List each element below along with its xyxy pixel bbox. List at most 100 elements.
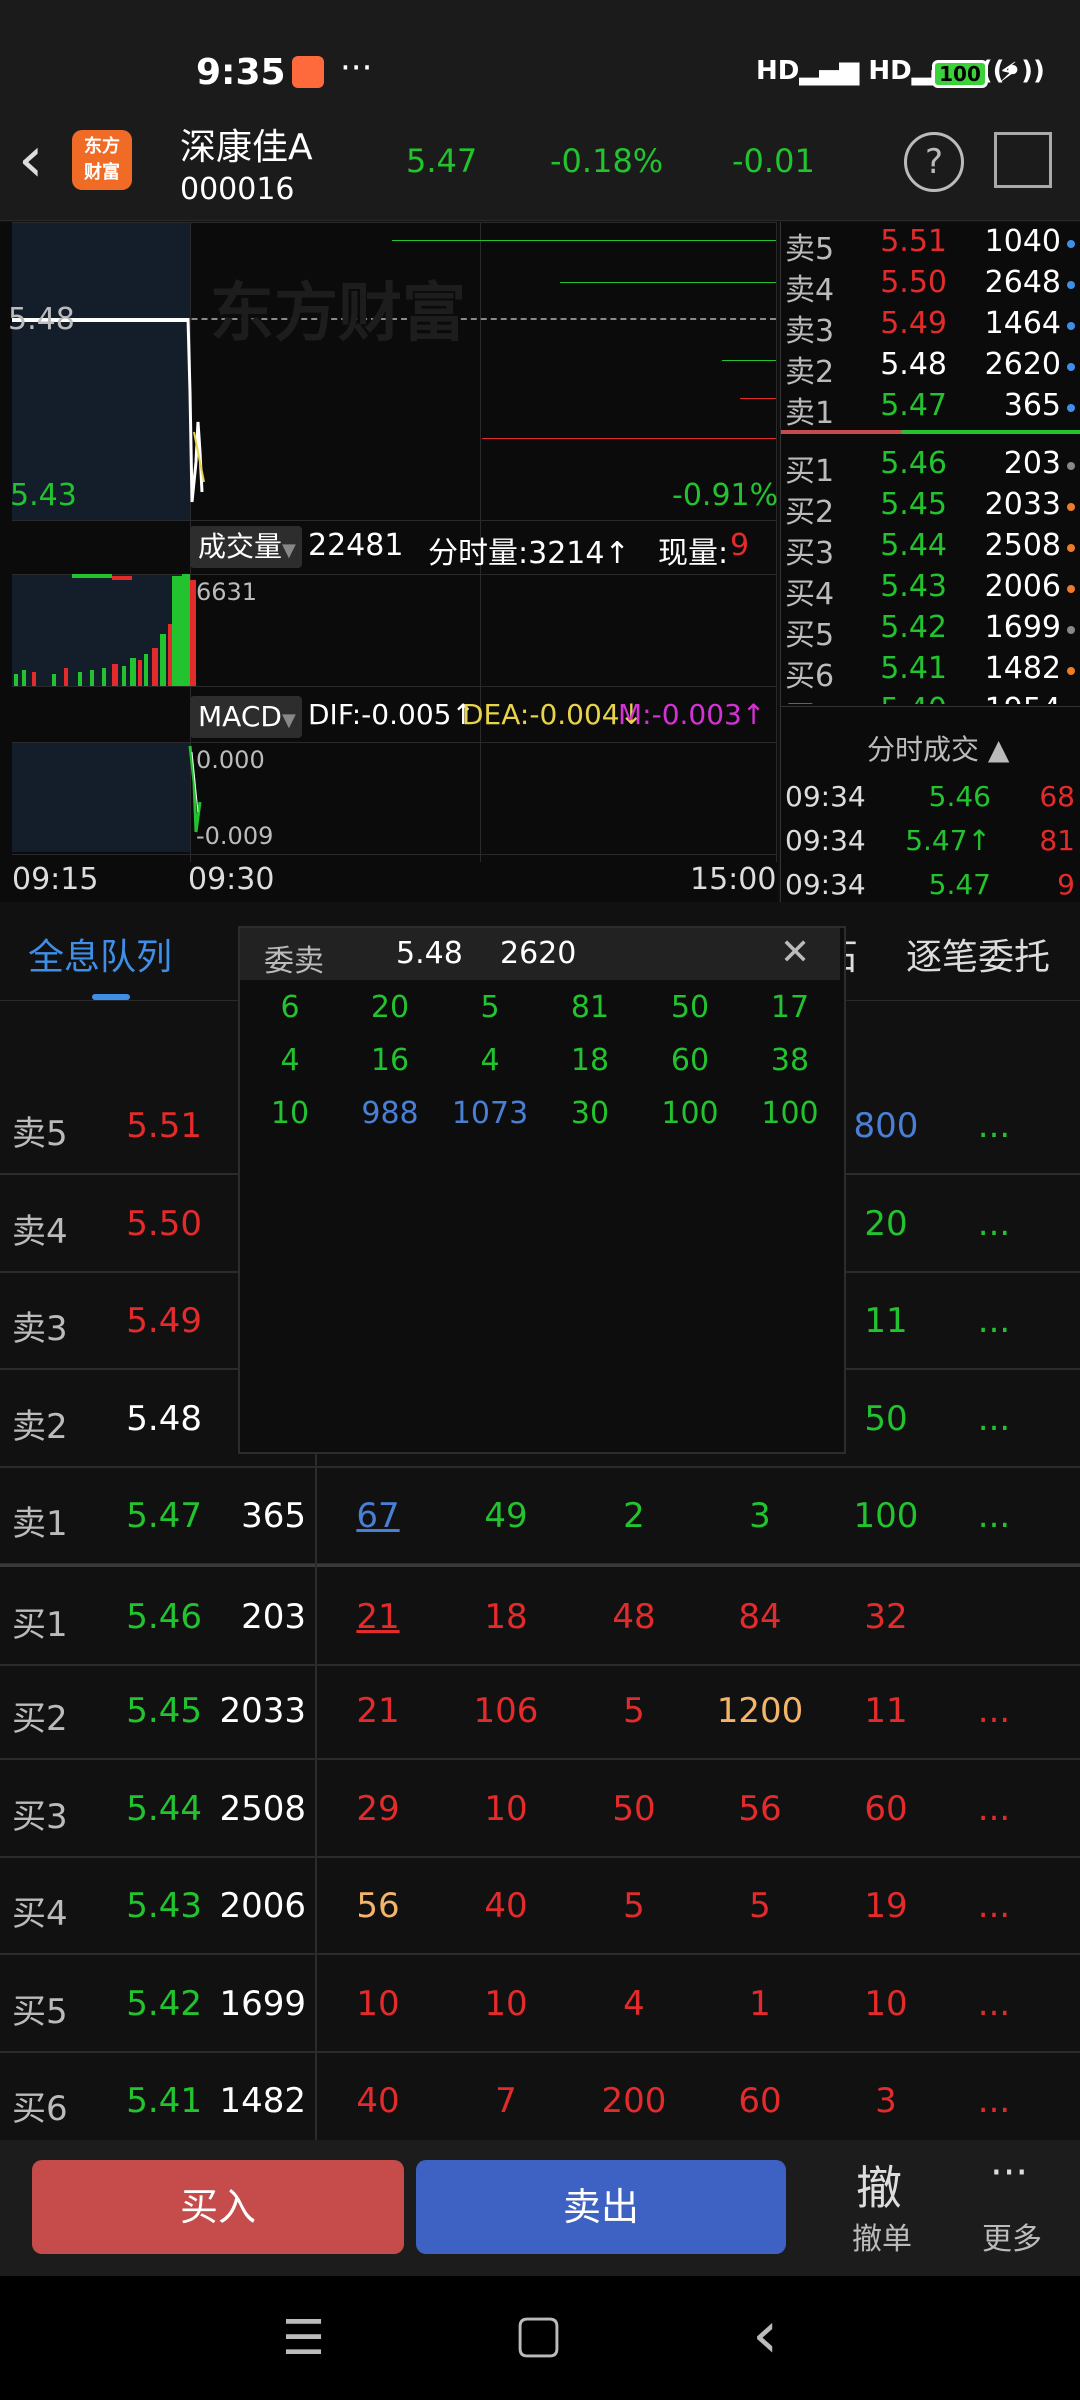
queue-order-cell[interactable]: 10 bbox=[836, 1984, 936, 2024]
tab-order-by-order[interactable]: 逐笔委托 bbox=[906, 928, 1050, 980]
queue-order-cell[interactable]: 56 bbox=[710, 1789, 810, 1829]
queue-order-cell[interactable]: 19 bbox=[836, 1886, 936, 1926]
bid-row[interactable]: 买3 5.44 2508 bbox=[781, 528, 1080, 571]
macd-indicator-select[interactable]: MACD▼ bbox=[190, 696, 302, 738]
queue-order-cell[interactable]: 5 bbox=[584, 1886, 684, 1926]
ask-row[interactable]: 卖1 5.47 365 bbox=[781, 388, 1080, 431]
queue-order-cell[interactable]: 20 bbox=[836, 1204, 936, 1244]
help-icon[interactable]: ? bbox=[904, 132, 964, 192]
more-orders-icon[interactable]: ... bbox=[964, 1789, 1024, 1829]
back-arrow-icon[interactable]: ‹ bbox=[18, 128, 44, 192]
queue-row[interactable]: 买1 5.46 203 21 18 48 84 32 bbox=[0, 1563, 1080, 1666]
queue-order-cell[interactable]: 800 bbox=[836, 1106, 936, 1146]
queue-order-cell[interactable]: 100 bbox=[836, 1496, 936, 1536]
popup-order-cell: 988 bbox=[361, 1096, 419, 1131]
queue-order-cell[interactable]: 2 bbox=[584, 1496, 684, 1536]
intraday-chart[interactable]: 东方财富 5.48 5.43 -0.91% 成交量▼ 22481 分时量:321… bbox=[0, 222, 778, 902]
more-orders-icon[interactable]: ... bbox=[964, 1399, 1024, 1439]
queue-order-cell[interactable]: 84 bbox=[710, 1597, 810, 1637]
macd-axis-bottom: -0.009 bbox=[196, 822, 274, 850]
switch-view-icon[interactable] bbox=[994, 132, 1052, 188]
bid-price: 5.45 bbox=[880, 487, 947, 522]
queue-row[interactable]: 买3 5.44 2508 29 10 50 56 60... bbox=[0, 1759, 1080, 1858]
queue-order-cell[interactable]: 10 bbox=[456, 1789, 556, 1829]
queue-order-cell[interactable]: 10 bbox=[456, 1984, 556, 2024]
queue-order-cell[interactable]: 3 bbox=[710, 1496, 810, 1536]
queue-order-cell[interactable]: 11 bbox=[836, 1301, 936, 1341]
volume-indicator-select[interactable]: 成交量▼ bbox=[190, 526, 302, 568]
queue-price: 5.41 bbox=[126, 2081, 202, 2121]
queue-row[interactable]: 买5 5.42 1699 10 10 4 1 10... bbox=[0, 1954, 1080, 2053]
bid-row[interactable]: 买6 5.41 1482 bbox=[781, 651, 1080, 694]
queue-order-cell[interactable]: 50 bbox=[836, 1399, 936, 1439]
queue-order-cell[interactable]: 1 bbox=[710, 1984, 810, 2024]
queue-row[interactable]: 卖1 5.47 365 67 49 2 3 100... bbox=[0, 1466, 1080, 1565]
queue-order-cell[interactable]: 56 bbox=[328, 1886, 428, 1926]
now-volume-value: 9 bbox=[730, 528, 750, 563]
queue-order-cell[interactable]: 32 bbox=[836, 1597, 936, 1637]
more-orders-icon[interactable]: ... bbox=[964, 1106, 1024, 1146]
queue-order-cell[interactable]: 29 bbox=[328, 1789, 428, 1829]
ask-label: 卖1 bbox=[785, 396, 835, 431]
queue-order-cell[interactable]: 49 bbox=[456, 1496, 556, 1536]
queue-order-cell[interactable]: 21 bbox=[328, 1597, 428, 1637]
queue-order-cell[interactable]: 4 bbox=[584, 1984, 684, 2024]
queue-order-cell[interactable]: 67 bbox=[328, 1496, 428, 1536]
ask-row[interactable]: 卖2 5.48 2620 bbox=[781, 347, 1080, 390]
queue-order-cell[interactable]: 10 bbox=[328, 1984, 428, 2024]
queue-order-cell[interactable]: 5 bbox=[710, 1886, 810, 1926]
bid-price: 5.41 bbox=[880, 651, 947, 686]
more-orders-icon[interactable]: ... bbox=[964, 2081, 1024, 2121]
more-orders-icon[interactable]: ... bbox=[964, 1301, 1024, 1341]
ask-row[interactable]: 卖5 5.51 1040 bbox=[781, 224, 1080, 267]
ask-price: 5.51 bbox=[880, 224, 947, 259]
more-label[interactable]: 更多 bbox=[982, 2214, 1042, 2258]
close-icon[interactable]: ✕ bbox=[780, 932, 810, 973]
queue-label: 卖2 bbox=[12, 1406, 68, 1447]
tab-full-queue[interactable]: 全息队列 bbox=[28, 928, 172, 980]
queue-order-cell[interactable]: 50 bbox=[584, 1789, 684, 1829]
queue-order-cell[interactable]: 7 bbox=[456, 2081, 556, 2121]
more-orders-icon[interactable]: ... bbox=[964, 1496, 1024, 1536]
ask-label: 卖4 bbox=[785, 273, 835, 308]
queue-order-cell[interactable]: 18 bbox=[456, 1597, 556, 1637]
bid-row[interactable]: 买7 5.401954 bbox=[781, 692, 1080, 704]
ask-row[interactable]: 卖4 5.50 2648 bbox=[781, 265, 1080, 308]
bid-row[interactable]: 买5 5.42 1699 bbox=[781, 610, 1080, 653]
cancel-order-icon[interactable]: 撤 bbox=[856, 2152, 902, 2218]
order-book-panel[interactable]: 卖5 5.51 1040 卖4 5.50 2648 卖3 5.49 1464 卖2 5.48 2620… bbox=[780, 222, 1080, 902]
more-icon[interactable]: ··· bbox=[990, 2150, 1028, 2196]
queue-order-cell[interactable]: 40 bbox=[456, 1886, 556, 1926]
more-orders-icon[interactable]: ... bbox=[964, 1691, 1024, 1731]
more-orders-icon[interactable]: ... bbox=[964, 1886, 1024, 1926]
queue-order-cell[interactable]: 60 bbox=[710, 2081, 810, 2121]
menu-icon[interactable]: ☰ bbox=[282, 2310, 325, 2366]
back-icon[interactable]: ‹ bbox=[752, 2296, 778, 2373]
queue-label: 买4 bbox=[12, 1894, 68, 1934]
queue-order-cell[interactable]: 200 bbox=[584, 2081, 684, 2121]
battery-icon: 100 bbox=[932, 60, 988, 88]
queue-order-cell[interactable]: 106 bbox=[456, 1691, 556, 1731]
queue-order-cell[interactable]: 60 bbox=[836, 1789, 936, 1829]
queue-order-cell[interactable]: 48 bbox=[584, 1597, 684, 1637]
queue-row[interactable]: 买2 5.45 2033 21 106 5 1200 11... bbox=[0, 1661, 1080, 1760]
queue-order-cell[interactable]: 11 bbox=[836, 1691, 936, 1731]
buy-button[interactable]: 买入 bbox=[32, 2160, 404, 2254]
bid-row[interactable]: 买1 5.46 203 bbox=[781, 446, 1080, 489]
queue-order-cell[interactable]: 5 bbox=[584, 1691, 684, 1731]
more-orders-icon[interactable]: ... bbox=[964, 1204, 1024, 1244]
queue-row[interactable]: 买4 5.43 2006 56 40 5 5 19... bbox=[0, 1856, 1080, 1955]
queue-order-cell[interactable]: 1200 bbox=[710, 1691, 810, 1731]
queue-order-cell[interactable]: 40 bbox=[328, 2081, 428, 2121]
sell-button[interactable]: 卖出 bbox=[416, 2160, 786, 2254]
more-orders-icon[interactable]: ... bbox=[964, 1984, 1024, 2024]
bid-row[interactable]: 买2 5.45 2033 bbox=[781, 487, 1080, 530]
trades-title[interactable]: 分时成交 ▲ bbox=[867, 728, 1009, 768]
cancel-order-label[interactable]: 撤单 bbox=[852, 2214, 912, 2258]
queue-row[interactable]: 买6 5.41 1482 40 7 200 60 3... bbox=[0, 2051, 1080, 2150]
queue-order-cell[interactable]: 3 bbox=[836, 2081, 936, 2121]
ask-row[interactable]: 卖3 5.49 1464 bbox=[781, 306, 1080, 349]
home-icon[interactable]: ▢ bbox=[514, 2304, 563, 2364]
queue-order-cell[interactable]: 21 bbox=[328, 1691, 428, 1731]
bid-row[interactable]: 买4 5.43 2006 bbox=[781, 569, 1080, 612]
